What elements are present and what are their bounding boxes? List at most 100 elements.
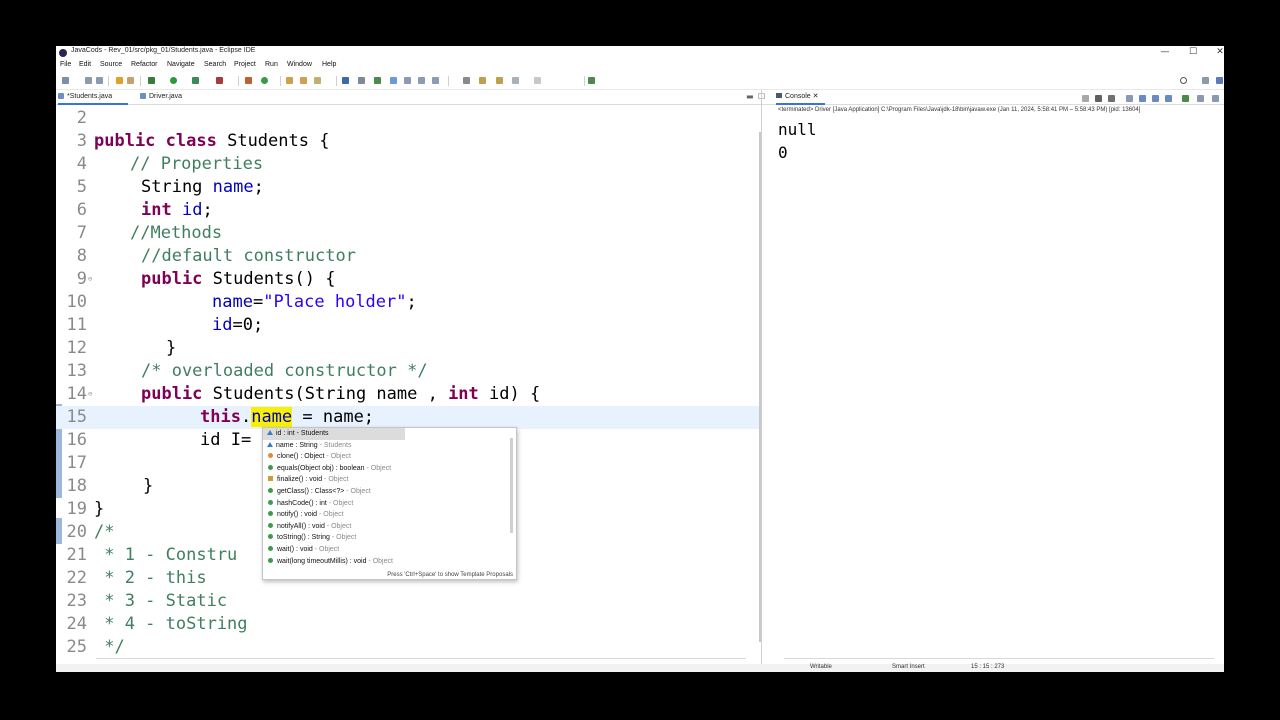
comment: /* overloaded constructor */: [141, 361, 428, 381]
console-horizontal-scrollbar[interactable]: [784, 658, 1214, 659]
tab-label: *Students.java: [67, 93, 113, 100]
last-edit-icon[interactable]: [496, 77, 503, 84]
panel-divider[interactable]: [761, 90, 762, 672]
show-whitespace-icon[interactable]: [404, 77, 411, 84]
clear-console-icon[interactable]: [1126, 95, 1133, 102]
assist-item[interactable]: finalize() : void - Object: [263, 474, 509, 486]
assist-item[interactable]: hashCode() : int - Object: [263, 498, 509, 510]
status-cursor-position: 15 : 15 : 273: [971, 664, 1005, 670]
assist-item[interactable]: name : String - Students: [263, 440, 509, 452]
menu-refactor[interactable]: Refactor: [131, 61, 157, 68]
remove-launch-icon[interactable]: [1095, 95, 1102, 102]
line-number: 17: [66, 453, 87, 473]
toggle-highlight-icon[interactable]: [374, 77, 381, 84]
code-text: id I= i: [200, 430, 272, 450]
code-line: 8 //default constructor: [56, 245, 761, 268]
keyword: class: [165, 131, 217, 151]
save-icon[interactable]: [85, 77, 92, 84]
next-annotation-icon[interactable]: [463, 77, 470, 84]
show-console-icon[interactable]: [1165, 95, 1172, 102]
save-all-icon[interactable]: [96, 77, 103, 84]
close-icon[interactable]: ✕: [813, 93, 819, 100]
editor-horizontal-scrollbar[interactable]: [96, 658, 746, 659]
console-status: <terminated> Driver [Java Application] C…: [778, 107, 1141, 113]
line-number: 24: [66, 614, 87, 634]
tab-driver-java[interactable]: Driver.java: [140, 91, 200, 103]
line-number: 20: [66, 522, 87, 542]
menu-edit[interactable]: Edit: [79, 61, 91, 68]
search-icon[interactable]: [1180, 77, 1187, 84]
assist-item[interactable]: clone() : Object - Object: [263, 451, 509, 463]
menu-project[interactable]: Project: [234, 61, 256, 68]
terminal-icon[interactable]: [342, 77, 349, 84]
code-text: = name;: [292, 407, 375, 427]
eclipse-app-icon: [59, 49, 67, 57]
terminate-icon[interactable]: [1082, 95, 1089, 102]
open-perspective-icon[interactable]: [1202, 77, 1209, 84]
line-number: 12: [66, 338, 87, 358]
assist-item[interactable]: id : int - Students: [263, 428, 405, 440]
code-text: String: [141, 177, 213, 197]
assist-item[interactable]: getClass() : Class<?> - Object: [263, 486, 509, 498]
run-icon[interactable]: [170, 77, 177, 84]
new-console-icon[interactable]: [1212, 95, 1219, 102]
tab-console[interactable]: Console ✕: [776, 91, 825, 105]
scroll-lock-icon[interactable]: [1139, 95, 1146, 102]
assist-scrollbar[interactable]: [510, 438, 513, 533]
code-text: .: [240, 407, 252, 427]
redo-icon[interactable]: [127, 77, 134, 84]
menu-source[interactable]: Source: [100, 61, 122, 68]
coverage-icon[interactable]: [192, 77, 199, 84]
back-icon[interactable]: [512, 77, 519, 84]
debug-icon[interactable]: [148, 77, 155, 84]
pin-editor-icon[interactable]: [588, 77, 595, 84]
method-icon: [268, 534, 273, 540]
toggle-block-icon[interactable]: [390, 77, 397, 84]
display-console-icon[interactable]: [1197, 95, 1204, 102]
code-text: Students {: [216, 131, 330, 151]
minimize-button[interactable]: —: [1151, 46, 1179, 60]
assist-item[interactable]: equals(Object obj) : boolean - Object: [263, 463, 509, 475]
keyword: public: [141, 269, 203, 289]
field-icon: [267, 430, 273, 435]
new-icon[interactable]: [62, 77, 69, 84]
assist-item[interactable]: wait(long timeoutMillis) : void - Object: [263, 556, 509, 568]
open-type-icon[interactable]: [286, 77, 293, 84]
fold-icon: ⊖: [88, 390, 93, 398]
toggle-mark-icon[interactable]: [358, 77, 365, 84]
open-task-icon[interactable]: [300, 77, 307, 84]
minimize-editor-icon[interactable]: ▬: [746, 92, 754, 101]
assist-item[interactable]: wait() : void - Object: [263, 544, 509, 556]
search-toolbar-icon[interactable]: [314, 77, 321, 84]
java-perspective-icon[interactable]: [1216, 77, 1223, 84]
line-number: 21: [66, 545, 87, 565]
assist-item[interactable]: toString() : String - Object: [263, 532, 509, 544]
method-icon: [268, 453, 273, 459]
forward-icon[interactable]: [534, 77, 541, 84]
menu-navigate[interactable]: Navigate: [167, 61, 195, 68]
close-button[interactable]: ✕: [1206, 46, 1224, 60]
tab-students-java[interactable]: *Students.java: [58, 91, 128, 105]
external-tools-icon[interactable]: [216, 77, 223, 84]
word-wrap-console-icon[interactable]: [1152, 95, 1159, 102]
assist-item[interactable]: notify() : void - Object: [263, 509, 509, 521]
assist-item[interactable]: notifyAll() : void - Object: [263, 521, 509, 533]
new-class-icon[interactable]: [261, 77, 268, 84]
maximize-button[interactable]: ☐: [1179, 46, 1207, 60]
menu-file[interactable]: File: [60, 61, 71, 68]
word-wrap-icon[interactable]: [418, 77, 425, 84]
menu-search[interactable]: Search: [204, 61, 226, 68]
code-text: ;: [406, 292, 417, 312]
new-java-project-icon[interactable]: [245, 77, 252, 84]
undo-icon[interactable]: [116, 77, 123, 84]
pilcrow-icon[interactable]: [432, 77, 439, 84]
field: name: [212, 292, 253, 312]
prev-annotation-icon[interactable]: [479, 77, 486, 84]
menu-run[interactable]: Run: [265, 61, 278, 68]
pin-console-icon[interactable]: [1182, 95, 1189, 102]
menu-help[interactable]: Help: [322, 61, 336, 68]
menu-window[interactable]: Window: [287, 61, 312, 68]
remove-all-icon[interactable]: [1108, 95, 1115, 102]
highlighted-field: name: [251, 407, 293, 427]
code-line: 12}: [56, 337, 761, 360]
